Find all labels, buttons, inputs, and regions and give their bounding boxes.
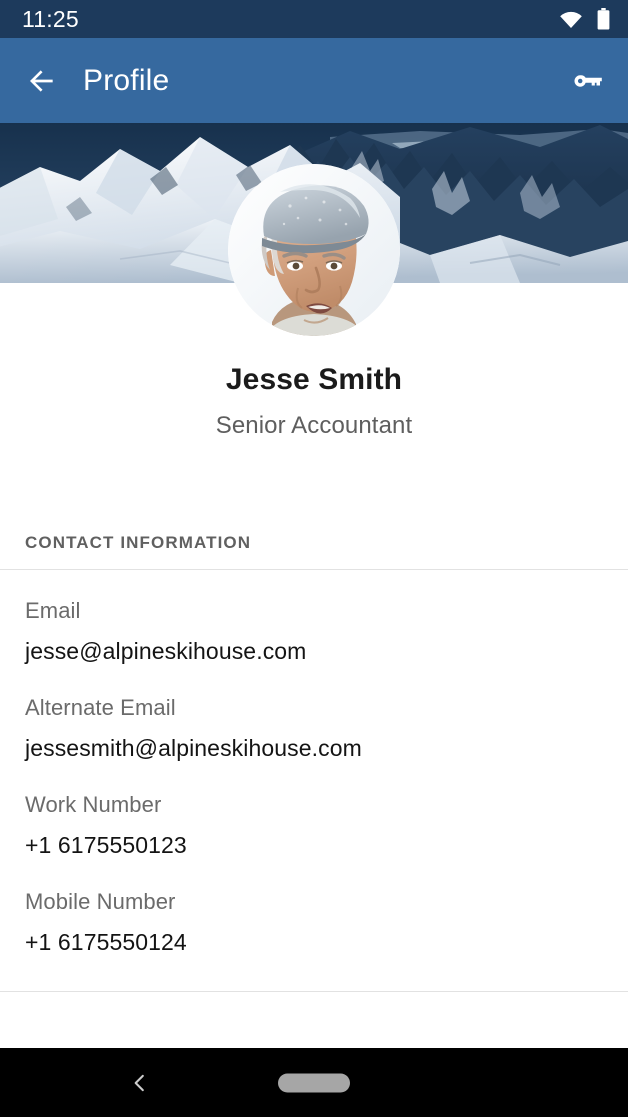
field-value: jessesmith@alpineskihouse.com (25, 735, 362, 761)
contact-field-list: Email jesse@alpineskihouse.com Alternate… (0, 594, 628, 960)
status-bar-clock: 11:25 (22, 5, 79, 32)
app-bar: Profile (0, 38, 628, 123)
field-label: Work Number (25, 792, 162, 817)
person-name: Jesse Smith (225, 363, 403, 396)
person-job-title: Senior Accountant (215, 412, 413, 439)
wifi-icon (559, 9, 583, 29)
field-label: Mobile Number (25, 889, 176, 914)
field-value: +1 6175550123 (25, 832, 187, 858)
field-label: Alternate Email (25, 695, 176, 720)
phone-screen: 11:25 Profile Jesse Smith Senior Account… (0, 0, 628, 1117)
section-divider-bottom (0, 991, 628, 992)
arrow-back-icon (30, 69, 53, 92)
status-bar-icons (559, 8, 610, 30)
nav-back-button[interactable] (112, 1055, 168, 1111)
password-key-button[interactable] (560, 53, 616, 109)
key-icon (574, 74, 602, 87)
page-title: Profile (83, 63, 170, 97)
section-divider-top (0, 569, 628, 570)
avatar[interactable] (228, 164, 400, 336)
battery-icon (597, 8, 610, 30)
field-label: Email (25, 598, 81, 623)
back-button[interactable] (14, 53, 70, 109)
contact-field-work-number[interactable]: Work Number +1 6175550123 (0, 788, 628, 863)
field-value: +1 6175550124 (25, 929, 187, 955)
android-nav-bar (0, 1048, 628, 1117)
status-bar: 11:25 (0, 0, 628, 38)
profile-photo-illustration (228, 164, 400, 336)
nav-home-pill[interactable] (278, 1073, 350, 1092)
contact-field-email[interactable]: Email jesse@alpineskihouse.com (0, 594, 628, 669)
identity-block: Jesse Smith Senior Accountant (0, 358, 628, 445)
contact-section-header: CONTACT INFORMATION (25, 533, 252, 552)
nav-back-icon (134, 1074, 144, 1091)
field-value: jesse@alpineskihouse.com (25, 638, 307, 664)
contact-field-mobile-number[interactable]: Mobile Number +1 6175550124 (0, 885, 628, 960)
contact-field-alternate-email[interactable]: Alternate Email jessesmith@alpineskihous… (0, 691, 628, 766)
